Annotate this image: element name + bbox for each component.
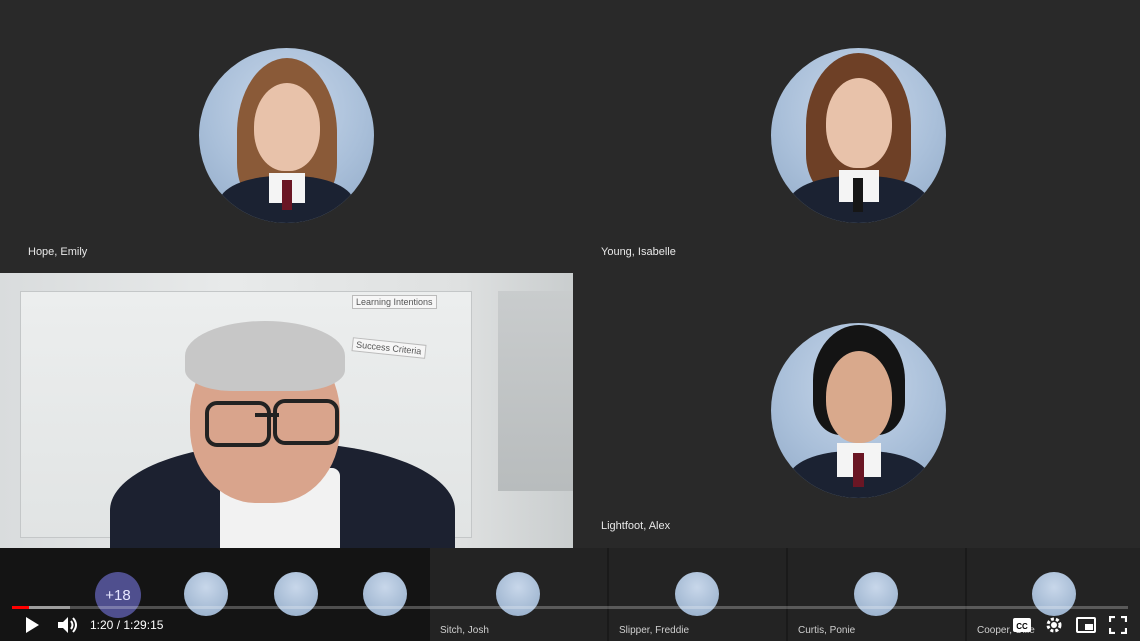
filmstrip-name: Sitch, Josh bbox=[440, 625, 489, 636]
captions-button[interactable]: CC bbox=[1010, 614, 1034, 636]
play-icon bbox=[26, 617, 39, 633]
play-button[interactable] bbox=[18, 612, 46, 638]
miniplayer-button[interactable] bbox=[1074, 614, 1098, 636]
fullscreen-button[interactable] bbox=[1106, 614, 1130, 636]
progress-bar[interactable] bbox=[12, 606, 1128, 609]
settings-icon bbox=[1046, 617, 1062, 633]
participant-avatar bbox=[771, 48, 946, 223]
cc-icon: CC bbox=[1013, 618, 1031, 632]
participant-name: Young, Isabelle bbox=[601, 246, 676, 258]
fullscreen-icon bbox=[1109, 616, 1127, 634]
progress-played bbox=[12, 606, 29, 609]
participant-thumbnail[interactable] bbox=[1032, 572, 1076, 616]
participant-filmstrip: Sitch, Josh Slipper, Freddie Curtis, Pon… bbox=[0, 548, 1140, 641]
participant-tile-young-isabelle[interactable]: Young, Isabelle bbox=[573, 0, 1140, 273]
participant-name: Lightfoot, Alex bbox=[601, 520, 671, 532]
volume-icon bbox=[58, 617, 77, 633]
participant-tile-hope-emily[interactable]: Hope, Emily bbox=[0, 0, 573, 273]
participant-thumbnail[interactable] bbox=[274, 572, 318, 616]
participant-thumbnail[interactable] bbox=[496, 572, 540, 616]
participant-thumbnail[interactable] bbox=[184, 572, 228, 616]
participant-tile-lightfoot-alex[interactable]: Lightfoot, Alex bbox=[573, 273, 1140, 548]
participant-avatar bbox=[771, 323, 946, 498]
more-participants-badge[interactable]: +18 bbox=[95, 572, 141, 618]
participant-thumbnail[interactable] bbox=[675, 572, 719, 616]
participant-thumbnail[interactable] bbox=[363, 572, 407, 616]
settings-button[interactable] bbox=[1042, 614, 1066, 636]
doorway bbox=[498, 291, 573, 491]
filmstrip-name: Curtis, Ponie bbox=[798, 625, 856, 636]
speaker-video-tile[interactable]: Learning Intentions Success Criteria bbox=[0, 273, 573, 548]
time-separator: / bbox=[113, 618, 124, 632]
current-time: 1:20 bbox=[90, 618, 114, 632]
svg-text:CC: CC bbox=[1016, 622, 1028, 631]
learning-intentions-sign: Learning Intentions bbox=[352, 295, 437, 309]
participant-name: Hope, Emily bbox=[28, 246, 88, 258]
miniplayer-icon bbox=[1076, 617, 1096, 633]
participant-avatar bbox=[199, 48, 374, 223]
time-display: 1:20 / 1:29:15 bbox=[90, 618, 163, 632]
volume-button[interactable] bbox=[54, 612, 82, 638]
duration: 1:29:15 bbox=[123, 618, 164, 632]
participant-thumbnail[interactable] bbox=[854, 572, 898, 616]
filmstrip-name: Slipper, Freddie bbox=[619, 625, 690, 636]
